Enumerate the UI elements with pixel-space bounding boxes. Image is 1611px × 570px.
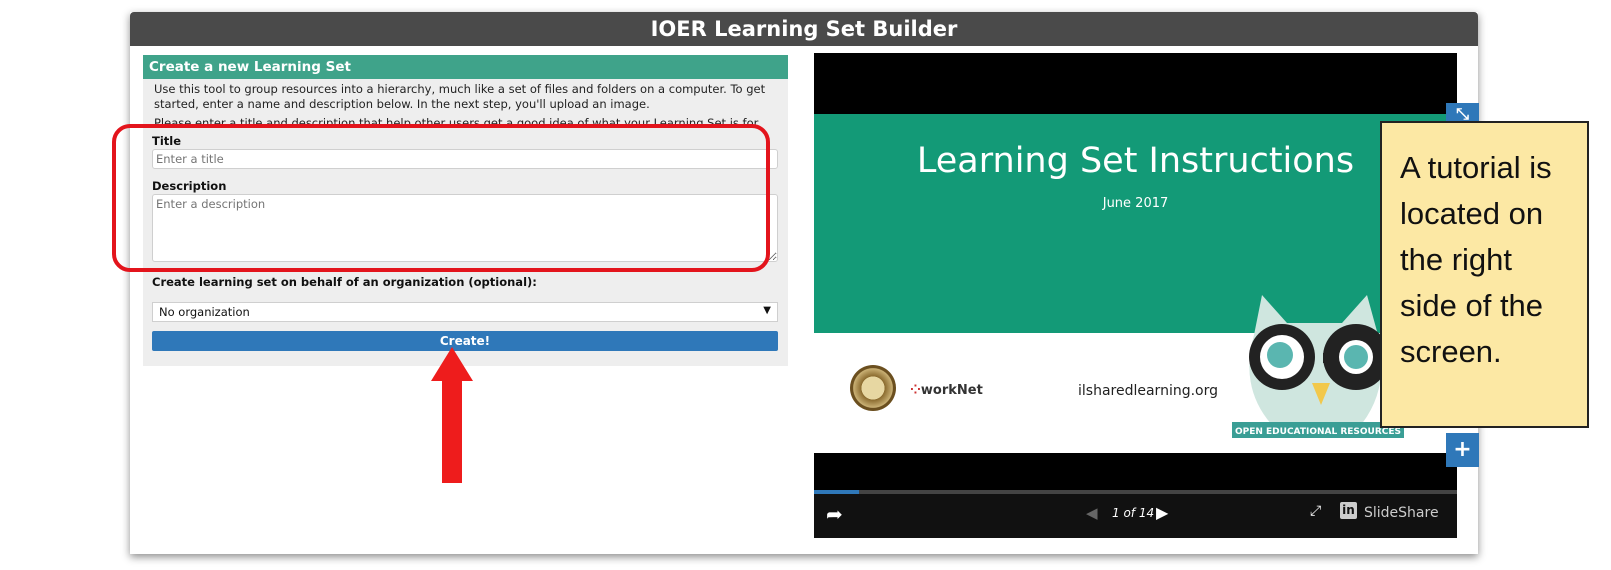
- fullscreen-icon[interactable]: ⤢: [1310, 503, 1321, 519]
- viewer-controls: ➦ ◀ 1 of 14 ▶ ⤢ in SlideShare: [814, 490, 1457, 538]
- slide-progress-fill: [814, 490, 859, 494]
- prev-icon[interactable]: ◀: [1086, 504, 1098, 522]
- form-intro: Use this tool to group resources into a …: [154, 82, 766, 111]
- oer-badge-text: OPEN EDUCATIONAL RESOURCES: [1235, 427, 1401, 437]
- slide-url: ilsharedlearning.org: [1078, 383, 1218, 399]
- org-select-value: No organization: [159, 305, 250, 319]
- worknet-logo: ⁘workNet: [910, 383, 983, 398]
- form-heading: Create a new Learning Set: [143, 55, 788, 79]
- tutorial-callout: A tutorial is located on the right side …: [1380, 121, 1589, 428]
- org-label: Create learning set on behalf of an orga…: [152, 275, 537, 289]
- illinois-seal-logo: [850, 365, 896, 411]
- org-select[interactable]: No organization ▼: [152, 302, 778, 322]
- plus-icon[interactable]: +: [1446, 433, 1479, 467]
- window-title: IOER Learning Set Builder: [130, 12, 1478, 46]
- slide-progress[interactable]: [814, 490, 1457, 494]
- chevron-down-icon: ▼: [763, 305, 771, 316]
- slide-date: June 2017: [1102, 196, 1169, 211]
- slideshare-brand[interactable]: SlideShare: [1364, 505, 1439, 521]
- next-icon[interactable]: ▶: [1156, 503, 1168, 522]
- highlight-box: [112, 124, 770, 272]
- page-indicator: 1 of 14: [1112, 506, 1155, 520]
- slide-title: Learning Set Instructions: [916, 141, 1355, 181]
- oer-owl-logo: OPEN EDUCATIONAL RESOURCES: [1232, 295, 1404, 438]
- linkedin-icon: in: [1340, 502, 1357, 519]
- slideshare-viewer[interactable]: Learning Set Instructions June 2017 ⁘wor…: [814, 53, 1457, 538]
- share-icon[interactable]: ➦: [826, 502, 843, 526]
- up-arrow-icon: [431, 347, 473, 483]
